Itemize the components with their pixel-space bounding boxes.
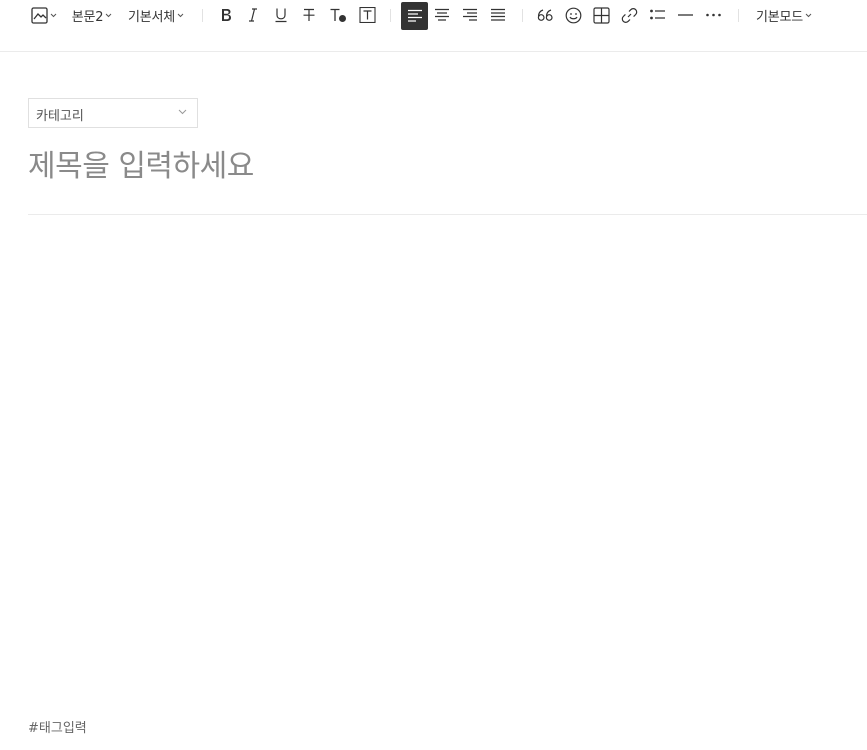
list-button[interactable]: [645, 2, 669, 28]
strikethrough-button[interactable]: [297, 2, 321, 28]
quote-icon: [537, 9, 553, 21]
align-justify-icon: [491, 8, 505, 21]
align-right-icon: [463, 8, 477, 21]
category-label: 카테고리: [36, 109, 84, 124]
align-left-button[interactable]: [401, 2, 428, 30]
font-family-dropdown[interactable]: 기본서체: [125, 2, 187, 28]
toolbar-divider: [738, 9, 739, 22]
chevron-down-icon: [105, 13, 112, 17]
text-background-icon: [358, 7, 376, 23]
paragraph-style-label: 본문2: [71, 9, 104, 25]
font-family-label: 기본서체: [127, 9, 176, 25]
editor-mode-dropdown[interactable]: 기본모드: [752, 2, 816, 28]
align-center-icon: [435, 8, 449, 21]
bold-button[interactable]: [214, 2, 238, 28]
align-right-button[interactable]: [458, 2, 482, 28]
toolbar-divider: [202, 9, 203, 22]
text-color-button[interactable]: [326, 2, 350, 28]
align-center-button[interactable]: [430, 2, 454, 28]
chevron-down-icon: [805, 13, 812, 17]
text-background-button[interactable]: [355, 2, 379, 28]
tag-input[interactable]: [28, 718, 328, 738]
underline-icon: [275, 8, 287, 23]
toolbar-divider: [390, 9, 391, 22]
chevron-down-icon: [177, 13, 184, 17]
emoji-button[interactable]: [561, 2, 585, 28]
chevron-down-icon: [50, 13, 57, 17]
editor-mode-label: 기본모드: [755, 9, 804, 25]
toolbar-divider: [522, 9, 523, 22]
table-icon: [592, 6, 610, 24]
chevron-down-icon: [178, 109, 187, 115]
bold-icon: [222, 9, 231, 21]
editor-toolbar: 본문2 기본서체 기본모드: [0, 0, 867, 52]
text-color-icon: [330, 8, 346, 22]
editor-content-area[interactable]: [28, 230, 865, 700]
quote-button[interactable]: [533, 2, 557, 28]
italic-icon: [249, 8, 257, 22]
more-button[interactable]: [701, 2, 725, 28]
image-insert-button[interactable]: [30, 2, 58, 28]
emoji-icon: [565, 7, 581, 23]
table-button[interactable]: [589, 2, 613, 28]
align-left-icon: [407, 9, 422, 22]
horizontal-line-icon: [677, 14, 693, 16]
underline-button[interactable]: [269, 2, 293, 28]
category-select[interactable]: 카테고리: [28, 98, 198, 128]
title-divider: [28, 214, 867, 215]
horizontal-line-button[interactable]: [673, 2, 697, 28]
link-icon: [621, 7, 637, 23]
more-icon: [705, 13, 721, 17]
align-justify-button[interactable]: [486, 2, 510, 28]
list-icon: [649, 9, 665, 20]
paragraph-style-dropdown[interactable]: 본문2: [70, 2, 114, 28]
italic-button[interactable]: [241, 2, 265, 28]
image-icon: [31, 6, 48, 24]
link-button[interactable]: [617, 2, 641, 28]
title-input[interactable]: [28, 144, 865, 188]
strikethrough-icon: [303, 8, 315, 21]
